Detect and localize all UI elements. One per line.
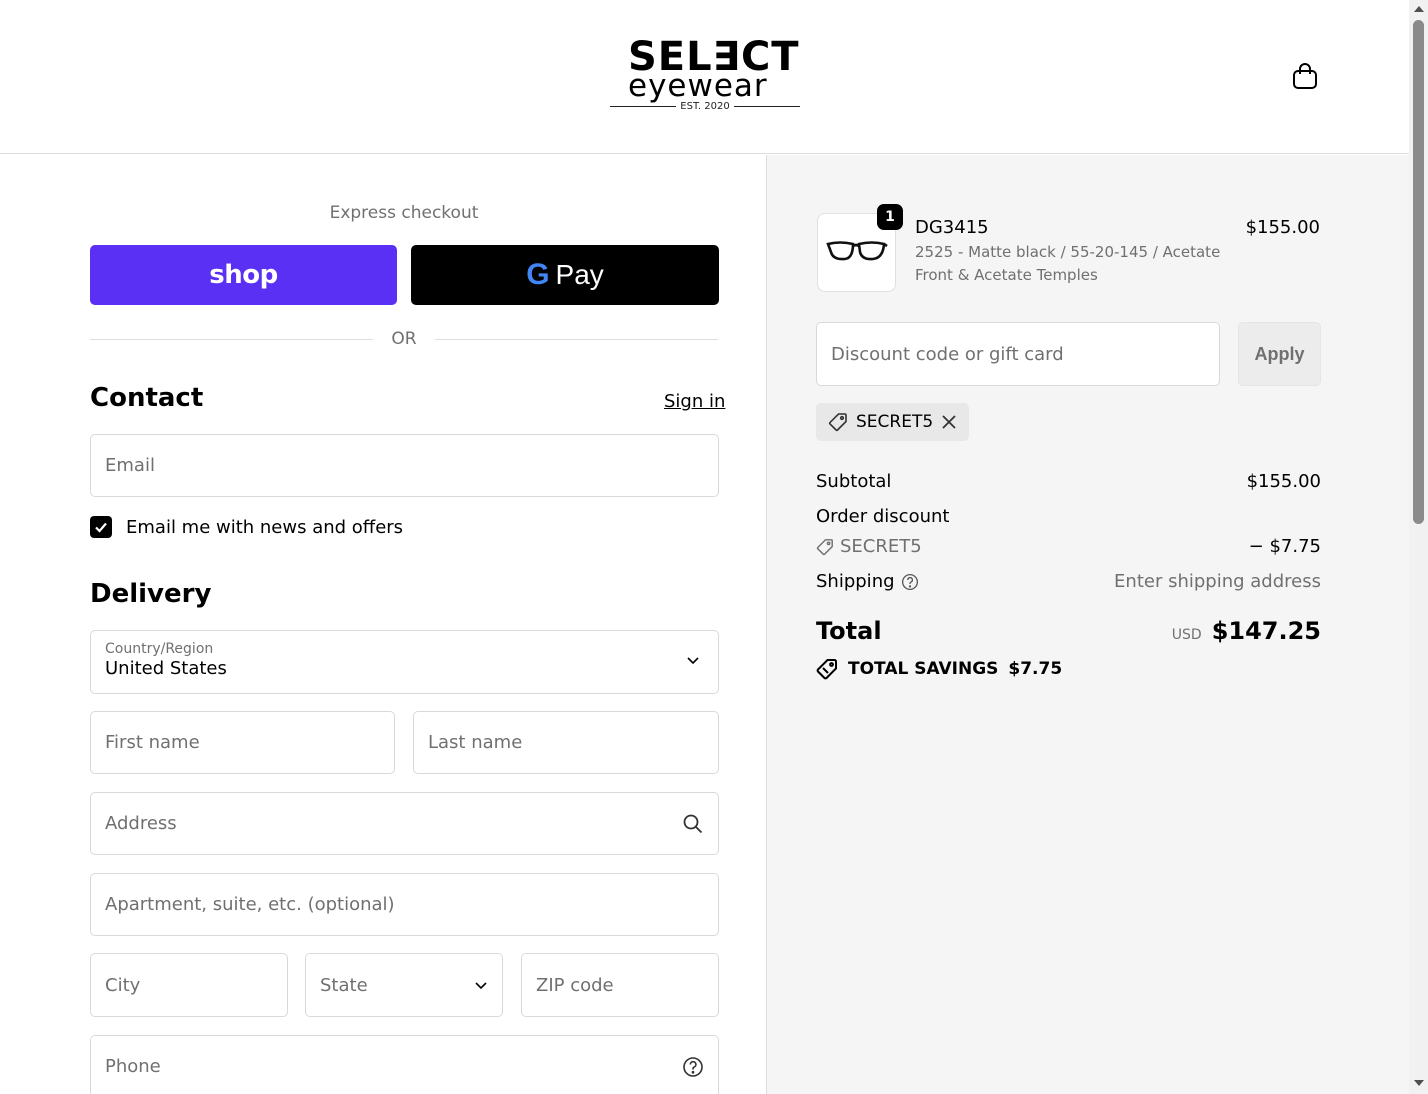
city-placeholder: City xyxy=(105,974,141,996)
logo-est-text: EST. 2020 xyxy=(680,101,730,112)
or-label: OR xyxy=(391,329,417,349)
zip-field[interactable]: ZIP code xyxy=(521,953,719,1017)
shop-pay-label: shop xyxy=(209,260,278,290)
tag-icon xyxy=(816,538,833,555)
google-pay-button[interactable]: G Pay xyxy=(411,245,719,305)
country-value: United States xyxy=(105,658,227,679)
express-checkout-title: Express checkout xyxy=(329,203,479,223)
city-field[interactable]: City xyxy=(90,953,288,1017)
phone-placeholder: Phone xyxy=(105,1056,161,1077)
total-savings: TOTAL SAVINGS $7.75 xyxy=(816,658,1062,680)
savings-tag-icon xyxy=(816,659,837,680)
first-name-field[interactable]: First name xyxy=(90,711,395,774)
quantity-badge: 1 xyxy=(877,204,903,230)
last-name-placeholder: Last name xyxy=(428,732,523,753)
shop-pay-button[interactable]: shop xyxy=(90,245,397,305)
first-name-placeholder: First name xyxy=(105,732,200,753)
applied-discount-chip: SECRET5 xyxy=(816,403,970,441)
country-label: Country/Region xyxy=(105,641,214,657)
store-logo[interactable]: SEL∃CT eyewear EST. 2020 xyxy=(610,36,800,116)
order-discount-row: Order discount xyxy=(816,506,1321,527)
shipping-label: Shipping xyxy=(816,571,895,592)
delivery-title: Delivery xyxy=(90,579,212,609)
product-price: $155.00 xyxy=(1245,217,1320,238)
zip-placeholder: ZIP code xyxy=(536,974,614,996)
remove-discount-button[interactable] xyxy=(941,414,957,430)
product-variant: 2525 - Matte black / 55-20-145 / Acetate… xyxy=(915,243,1221,284)
discount-code-row: SECRET5 − $7.75 xyxy=(816,536,1321,557)
subtotal-row: Subtotal $155.00 xyxy=(816,471,1321,492)
scroll-up-arrow[interactable] xyxy=(1414,6,1424,12)
search-icon[interactable] xyxy=(682,813,704,835)
newsletter-checkbox[interactable] xyxy=(90,516,112,538)
email-placeholder: Email xyxy=(105,455,155,476)
savings-value: $7.75 xyxy=(1008,659,1063,679)
phone-field[interactable]: Phone xyxy=(90,1035,719,1094)
discount-code-input[interactable]: Discount code or gift card xyxy=(816,322,1220,386)
eyeglasses-icon xyxy=(825,240,888,260)
apartment-placeholder: Apartment, suite, etc. (optional) xyxy=(105,894,395,915)
order-discount-label: Order discount xyxy=(816,506,950,527)
email-field[interactable]: Email xyxy=(90,434,719,497)
tag-icon xyxy=(828,413,847,432)
discount-placeholder: Discount code or gift card xyxy=(831,343,1064,365)
contact-title: Contact xyxy=(90,383,204,413)
discount-value: − $7.75 xyxy=(1248,536,1321,557)
help-circle-icon[interactable] xyxy=(901,573,919,591)
discount-code-label: SECRET5 xyxy=(840,536,922,557)
shopping-bag-icon[interactable] xyxy=(1292,62,1318,90)
close-icon xyxy=(942,415,956,429)
order-summary: 1 DG3415 2525 - Matte black / 55-20-145 … xyxy=(766,155,1409,1094)
last-name-field[interactable]: Last name xyxy=(413,711,719,774)
sign-in-link[interactable]: Sign in xyxy=(664,391,725,412)
logo-wordmark-bottom: eyewear xyxy=(628,68,768,104)
shipping-row: Shipping Enter shipping address xyxy=(816,571,1321,592)
logo-established: EST. 2020 xyxy=(610,101,800,112)
checkout-form: Express checkout shop G Pay OR Contact S… xyxy=(0,155,766,1094)
scroll-thumb[interactable] xyxy=(1413,20,1424,524)
subtotal-value: $155.00 xyxy=(1246,471,1321,492)
applied-code: SECRET5 xyxy=(856,412,934,432)
state-select[interactable]: State xyxy=(305,953,503,1017)
product-name: DG3415 xyxy=(915,217,989,238)
scroll-down-arrow[interactable] xyxy=(1414,1080,1424,1086)
newsletter-label: Email me with news and offers xyxy=(126,516,404,538)
google-pay-label: Pay xyxy=(555,259,604,290)
country-select[interactable]: Country/Region United States xyxy=(90,630,719,694)
header: SEL∃CT eyewear EST. 2020 xyxy=(0,0,1409,154)
page-scrollbar[interactable] xyxy=(1409,0,1428,1094)
help-circle-icon[interactable] xyxy=(682,1056,704,1078)
newsletter-option: Email me with news and offers xyxy=(90,516,403,538)
subtotal-label: Subtotal xyxy=(816,471,892,492)
shipping-value: Enter shipping address xyxy=(1114,571,1321,592)
total-label: Total xyxy=(816,617,882,645)
total-row: Total USD $147.25 xyxy=(816,617,1321,645)
chevron-down-icon xyxy=(475,982,487,990)
total-currency: USD xyxy=(1171,627,1202,643)
google-g-icon: G xyxy=(526,258,550,291)
address-field[interactable]: Address xyxy=(90,792,719,855)
checkmark-icon xyxy=(95,522,107,533)
apply-discount-button[interactable]: Apply xyxy=(1238,322,1321,386)
or-divider: OR xyxy=(90,329,719,349)
chevron-down-icon xyxy=(687,657,699,665)
apartment-field[interactable]: Apartment, suite, etc. (optional) xyxy=(90,873,719,936)
total-value: $147.25 xyxy=(1211,617,1321,645)
savings-label: TOTAL SAVINGS xyxy=(848,659,999,679)
address-placeholder: Address xyxy=(105,813,177,834)
state-placeholder: State xyxy=(320,974,368,996)
